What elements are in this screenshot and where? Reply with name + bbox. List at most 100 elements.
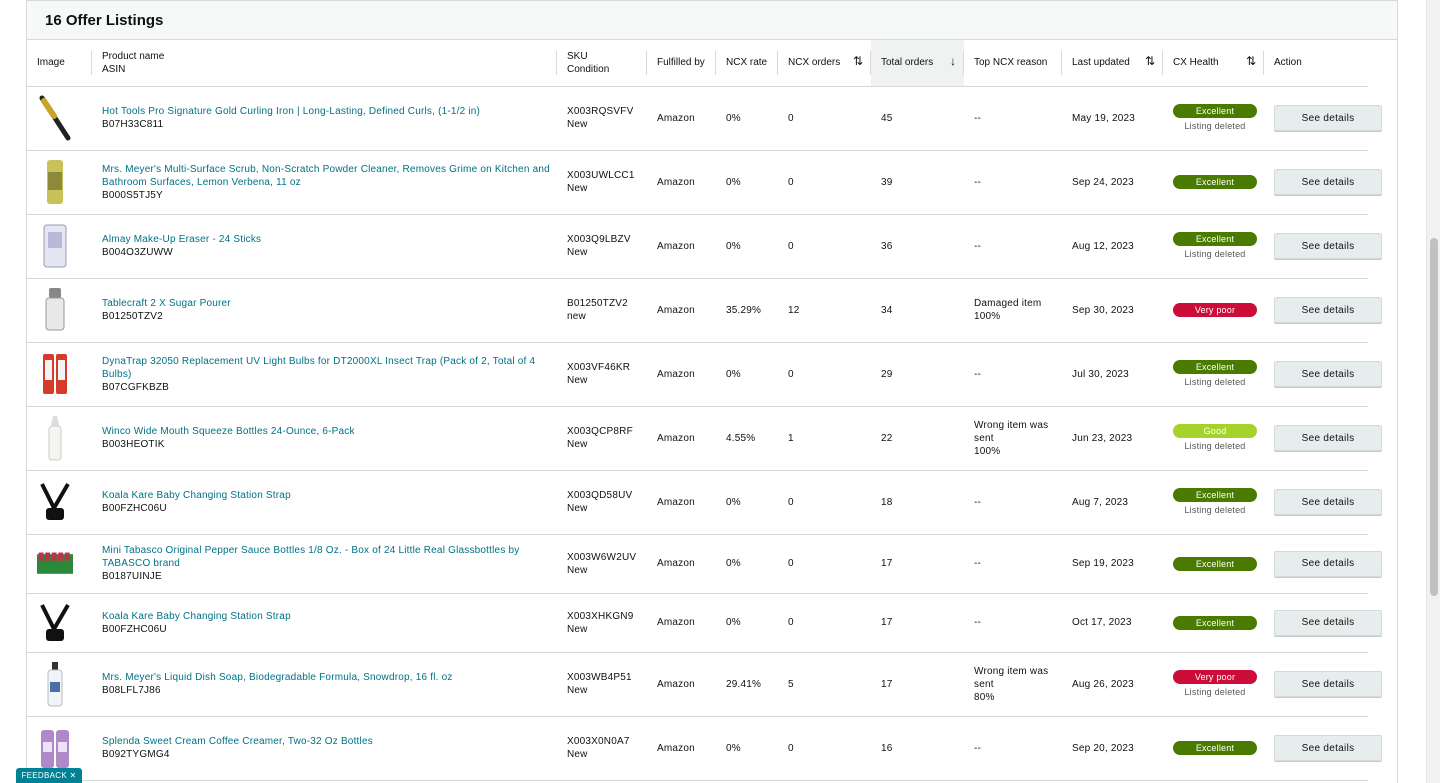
product-name-link[interactable]: DynaTrap 32050 Replacement UV Light Bulb… [102,355,557,381]
curling-iron-icon[interactable] [37,93,73,143]
product-name-link[interactable]: Koala Kare Baby Changing Station Strap [102,489,557,502]
table-row: Mini Tabasco Original Pepper Sauce Bottl… [27,534,1440,594]
product-cell: Koala Kare Baby Changing Station Strap B0… [92,470,557,535]
product-image-cell [27,342,92,407]
creamer-bottles-icon[interactable] [37,723,73,773]
product-name-link[interactable]: Mini Tabasco Original Pepper Sauce Bottl… [102,544,557,570]
makeup-eraser-icon[interactable] [37,221,73,271]
tabasco-box-icon[interactable] [37,539,73,589]
listing-status: Listing deleted [1184,440,1246,451]
page-scrollbar[interactable] [1426,0,1440,783]
action-cell: See details [1264,652,1382,717]
condition: New [567,247,588,258]
table-header-row: Image Product name ASIN SKU Condition Fulf… [27,40,1440,87]
top-ncx-reason-cell: Wrong item was sent 80% [964,652,1062,717]
sort-icon[interactable]: ⇅ [1145,55,1155,68]
header-fulfilled-by: Fulfilled by [647,40,716,87]
condition: New [567,623,588,635]
product-name-link[interactable]: Koala Kare Baby Changing Station Strap [102,610,557,623]
table-row: Hot Tools Pro Signature Gold Curling Iro… [27,86,1440,151]
cx-health-cell: Excellent Listing deleted [1163,342,1264,407]
ncx-orders: 0 [778,716,871,781]
sku-cell: X003W6W2UV New [557,534,647,594]
strap-icon[interactable] [37,598,73,648]
see-details-button[interactable]: See details [1274,550,1382,577]
see-details-button[interactable]: See details [1274,671,1382,697]
top-ncx-reason: -- [974,112,982,124]
see-details-button[interactable]: See details [1274,425,1382,451]
feedback-button[interactable]: FEEDBACK ✕ [16,768,82,783]
asin: B07CGFKBZB [102,381,170,393]
ncx-rate: 0% [716,716,778,781]
total-orders: 22 [871,406,964,471]
top-ncx-reason: -- [974,240,982,252]
sku: X003Q9LBZV [567,234,631,245]
condition: New [567,183,588,194]
fulfilled-by: Amazon [647,716,716,781]
product-cell: Splenda Sweet Cream Coffee Creamer, Two-… [92,716,557,781]
top-ncx-reason: -- [974,617,982,628]
action-cell: See details [1264,534,1382,594]
uv-bulbs-icon[interactable] [37,349,73,399]
last-updated: Sep 20, 2023 [1062,716,1163,781]
sort-icon[interactable]: ⇅ [853,55,863,68]
product-name-link[interactable]: Mrs. Meyer's Multi-Surface Scrub, Non-Sc… [102,163,557,189]
product-name-link[interactable]: Tablecraft 2 X Sugar Pourer [102,297,557,310]
fulfilled-by: Amazon [647,593,716,653]
condition: New [567,375,588,386]
see-details-button[interactable]: See details [1274,297,1382,323]
sort-desc-icon[interactable]: ↓ [950,55,956,68]
condition: New [567,503,588,514]
header-cx-health[interactable]: CX Health ⇅ [1163,40,1264,87]
cleaner-can-icon[interactable] [37,157,73,207]
cx-health-badge: Good [1173,423,1257,438]
sort-icon[interactable]: ⇅ [1246,55,1256,68]
strap-icon[interactable] [37,477,73,527]
product-name-link[interactable]: Almay Make-Up Eraser - 24 Sticks [102,233,557,246]
cx-health-cell: Excellent [1163,593,1264,653]
cx-health-badge: Excellent [1173,175,1257,189]
sku: X003X0N0A7 [567,736,630,747]
see-details-button[interactable]: See details [1274,233,1382,259]
action-cell: See details [1264,593,1382,653]
squeeze-bottle-icon[interactable] [37,413,73,463]
see-details-button[interactable]: See details [1274,735,1382,761]
fulfilled-by: Amazon [647,150,716,215]
cx-health-cell: Very poor [1163,278,1264,343]
header-total-orders[interactable]: Total orders ↓ [871,40,964,87]
last-updated: Oct 17, 2023 [1062,593,1163,653]
header-ncx-orders[interactable]: NCX orders ⇅ [778,40,871,87]
product-name-link[interactable]: Mrs. Meyer's Liquid Dish Soap, Biodegrad… [102,671,557,684]
see-details-button[interactable]: See details [1274,361,1382,387]
sugar-pourer-icon[interactable] [37,285,73,335]
dish-soap-icon[interactable] [37,659,73,709]
scrollbar-thumb[interactable] [1430,238,1438,596]
cx-health-cell: Very poor Listing deleted [1163,652,1264,717]
ncx-orders: 0 [778,470,871,535]
cx-health-cell: Excellent [1163,150,1264,215]
asin: B000S5TJ5Y [102,189,163,201]
header-last-updated[interactable]: Last updated ⇅ [1062,40,1163,87]
see-details-button[interactable]: See details [1274,489,1382,515]
action-cell: See details [1264,278,1382,343]
sku-cell: X003VF46KR New [557,342,647,407]
product-name-link[interactable]: Splenda Sweet Cream Coffee Creamer, Two-… [102,735,557,748]
see-details-button[interactable]: See details [1274,609,1382,636]
product-name-link[interactable]: Hot Tools Pro Signature Gold Curling Iro… [102,105,557,118]
product-name-link[interactable]: Winco Wide Mouth Squeeze Bottles 24-Ounc… [102,425,557,438]
top-ncx-reason-cell: Damaged item 100% [964,278,1062,343]
ncx-orders: 12 [778,278,871,343]
sku: X003WB4P51 [567,672,632,683]
see-details-button[interactable]: See details [1274,105,1382,131]
fulfilled-by: Amazon [647,470,716,535]
cx-health-badge: Excellent [1173,615,1257,630]
fulfilled-by: Amazon [647,278,716,343]
top-ncx-reason-cell: -- [964,214,1062,279]
total-orders: 17 [871,652,964,717]
listing-status: Listing deleted [1184,376,1246,387]
sku-cell: X003UWLCC1 New [557,150,647,215]
cx-health-cell: Excellent [1163,534,1264,594]
see-details-button[interactable]: See details [1274,169,1382,195]
sku: X003UWLCC1 [567,170,635,181]
action-cell: See details [1264,342,1382,407]
